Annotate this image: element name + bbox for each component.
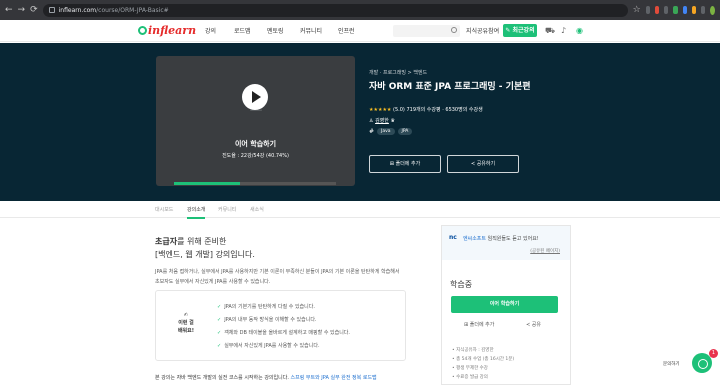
promo-link[interactable]: (공유된 페이지) <box>530 248 560 254</box>
learning-goals-box: ✍ 이런 걸 배워요! ✓ JPA의 기본기를 탄탄하게 다질 수 있습니다. ✓… <box>155 290 406 361</box>
extension-icon[interactable] <box>673 6 678 14</box>
continue-learning-button[interactable]: 이어 학습하기 <box>451 296 558 313</box>
tag-jpa[interactable]: JPA <box>397 128 413 135</box>
progress-text: 진도율 : 22강/54강 (40.74%) <box>222 153 289 159</box>
site-header: inflearn 강의 로드맵 멘토링 커뮤니티 인프런 지식공유참여 ✎ 최근… <box>0 20 720 42</box>
chat-notification-badge: 1 <box>709 349 718 358</box>
share-knowledge-link[interactable]: 지식공유참여 <box>466 26 499 35</box>
nav-link-roadmap[interactable]: 로드맵 <box>234 26 251 35</box>
check-icon: ✓ <box>217 304 222 310</box>
tab-course-intro[interactable]: 강의소개 <box>187 206 206 219</box>
student-count: 6530명의 수강생 <box>445 107 483 113</box>
notification-bell-icon[interactable]: ♪ <box>561 27 566 35</box>
nav-link-community[interactable]: 커뮤니티 <box>300 26 322 35</box>
sidebar-share-button[interactable]: ≺ 공유 <box>526 321 541 328</box>
add-to-folder-button[interactable]: ⊞ 폴더에 추가 <box>369 155 441 173</box>
progress-bar-fill <box>174 182 240 185</box>
address-bar[interactable]: inflearn.com/course/ORM-JPA-Basic# <box>42 3 628 17</box>
course-thumbnail[interactable]: ☰ 이어 학습하기 진도율 : 22강/54강 (40.74%) <box>156 56 355 186</box>
back-arrow-icon[interactable]: ← <box>5 5 13 15</box>
crown-icon: ♛ <box>390 118 395 124</box>
rating-row: ★★★★★ (5.0) 719개의 수강평 · 6530명의 수강생 <box>369 107 483 113</box>
sidebar-info-item: • 평생 무제한 수강 <box>452 366 488 371</box>
profile-avatar[interactable] <box>710 5 715 15</box>
breadcrumb[interactable]: 개발 · 프로그래밍 > 백엔드 <box>369 69 427 76</box>
intro-heading: 초급자를 위해 준비한 <box>155 237 227 246</box>
forward-arrow-icon[interactable]: → <box>18 5 26 15</box>
nc-logo: nc <box>449 234 457 241</box>
tag-row: # Java JPA <box>369 128 413 135</box>
resume-label: 이어 학습하기 <box>234 140 277 148</box>
bookmark-star-icon[interactable]: ☆ <box>633 5 641 15</box>
browser-toolbar: ← → ⟳ inflearn.com/course/ORM-JPA-Basic#… <box>0 0 720 20</box>
tab-news[interactable]: 새소식 <box>250 206 264 213</box>
contact-label[interactable]: 문의하기 <box>663 361 680 367</box>
search-input[interactable] <box>393 25 460 37</box>
search-icon <box>451 27 457 33</box>
folder-icon: ⊞ <box>389 161 394 167</box>
check-icon: ✓ <box>217 330 222 336</box>
review-count[interactable]: 719개의 수강평 <box>406 107 440 113</box>
cart-icon[interactable]: ⛟ <box>545 27 555 35</box>
play-icon[interactable] <box>242 84 268 110</box>
share-icon: ≺ <box>470 161 476 167</box>
tag-java[interactable]: Java <box>377 128 395 135</box>
sidebar-info-item: • 수료증 발급 강의 <box>452 375 488 380</box>
star-rating-icon: ★★★★★ <box>369 107 392 113</box>
course-title: 자바 ORM 표준 JPA 프로그래밍 - 기본편 <box>369 82 531 92</box>
sidebar-info-item: • 총 54개 수업 (총 16시간 1분) <box>452 357 515 362</box>
nav-link-mentoring[interactable]: 멘토링 <box>267 26 284 35</box>
learning-goals-title: ✍ 이런 걸 배워요! <box>156 311 216 335</box>
learning-goal-item: ✓ JPA의 기본기를 탄탄하게 다질 수 있습니다. <box>217 304 315 310</box>
tab-community[interactable]: 커뮤니티 <box>218 206 236 213</box>
pencil-icon: ✍ <box>183 312 189 318</box>
intro-paragraph: JPA를 처음 접하거나, 실무에서 JPA를 사용하지만 기본 이론이 부족하… <box>155 269 400 285</box>
share-icon: ≺ <box>526 322 531 328</box>
url-text: inflearn.com/course/ORM-JPA-Basic# <box>58 6 169 14</box>
extension-icon[interactable] <box>654 6 660 14</box>
company-promo: nc 엔씨소프트 임직원들도 듣고 있어요! (공유된 페이지) <box>442 226 570 260</box>
extensions-puzzle-icon[interactable] <box>701 6 706 14</box>
user-avatar-icon[interactable]: ◉ <box>576 27 583 35</box>
sidebar-folder-button[interactable]: ⊞ 폴더에 추가 <box>464 321 494 328</box>
learning-goal-item: ✓ 실무에서 자신있게 JPA를 사용할 수 있습니다. <box>217 343 320 349</box>
nav-link-courses[interactable]: 강의 <box>205 26 216 35</box>
course-description: 본 강의는 자바 백엔드 개발의 실전 코스를 시작하는 강의입니다. 스프링 … <box>155 375 377 381</box>
tab-dashboard[interactable]: 대시보드 <box>155 206 173 213</box>
extension-icon[interactable] <box>645 6 650 14</box>
promo-text: 엔씨소프트 임직원들도 듣고 있어요! <box>463 236 539 242</box>
share-button[interactable]: ≺ 공유하기 <box>447 155 519 173</box>
enrollment-sidebar: nc 엔씨소프트 임직원들도 듣고 있어요! (공유된 페이지) 학습중 이어 … <box>441 225 571 385</box>
intro-subheading: [백엔드, 웹 개발] 강의입니다. <box>155 250 255 259</box>
person-icon: ♙ <box>369 118 374 124</box>
course-hero: ☰ 이어 학습하기 진도율 : 22강/54강 (40.74%) 개발 · 프로… <box>0 43 720 201</box>
extension-icon[interactable] <box>664 6 669 14</box>
rating-value: (5.0) <box>393 107 405 113</box>
instructor-name[interactable]: 김영한 <box>375 118 389 124</box>
nav-link-inflearn[interactable]: 인프런 <box>338 26 355 35</box>
lock-icon <box>48 7 55 13</box>
sidebar-info-item: • 지식공유자 : 김영한 <box>452 348 494 353</box>
reload-icon[interactable]: ⟳ <box>30 5 38 15</box>
progress-bar <box>174 182 336 185</box>
inflearn-logo[interactable]: inflearn <box>138 24 196 37</box>
check-icon: ✓ <box>217 343 222 349</box>
extension-icon[interactable] <box>682 6 687 14</box>
roadmap-link[interactable]: 스프링 부트와 JPA 실무 완전 정복 로드맵 <box>291 375 377 381</box>
thumbnail-artwork: ☰ <box>196 66 316 166</box>
extension-icon[interactable] <box>691 6 697 14</box>
instructor-row: ♙ 김영한 ♛ <box>369 117 395 124</box>
learning-goal-item: ✓ JPA의 내부 동작 방식을 이해할 수 있습니다. <box>217 317 317 323</box>
learning-goal-item: ✓ 객체와 DB 테이블을 올바르게 설계하고 매핑할 수 있습니다. <box>217 330 351 336</box>
recent-course-button[interactable]: ✎ 최근강의 <box>503 24 537 37</box>
course-tabs: 대시보드 강의소개 커뮤니티 새소식 <box>0 201 720 219</box>
hashtag-icon: # <box>369 128 375 135</box>
check-icon: ✓ <box>217 317 222 323</box>
folder-icon: ⊞ <box>464 322 469 328</box>
learning-status: 학습중 <box>450 280 473 289</box>
